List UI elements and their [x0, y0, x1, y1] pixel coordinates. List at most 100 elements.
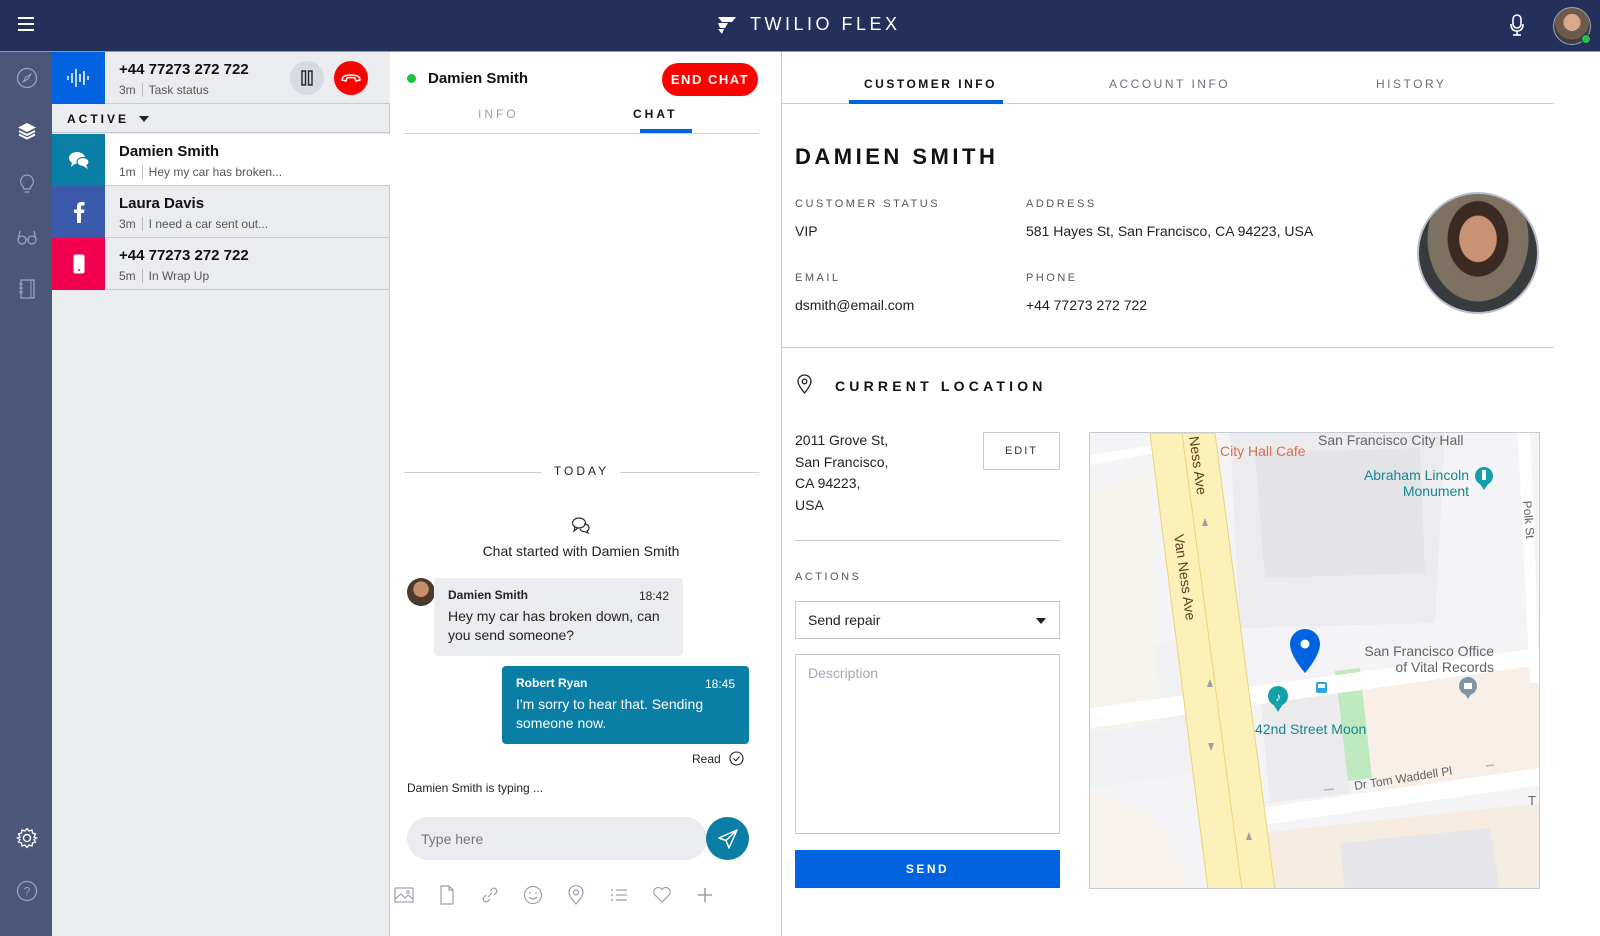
task-preview: In Wrap Up [148, 269, 210, 283]
chat-bubbles-icon [68, 152, 90, 169]
map-label-edge: T [1528, 793, 1536, 808]
hamburger-icon[interactable] [18, 17, 34, 33]
map-label-city-hall: San Francisco City Hall [1318, 433, 1464, 448]
tab-history[interactable]: HISTORY [1376, 77, 1446, 91]
voice-waveform-icon [66, 69, 89, 87]
task-filter-dropdown[interactable]: ACTIVE [52, 105, 390, 133]
plus-icon[interactable] [695, 885, 715, 905]
message-inbound: Damien Smith 18:42 Hey my car has broken… [434, 578, 683, 656]
link-icon[interactable] [480, 885, 500, 905]
voice-channel-tile [52, 52, 105, 104]
chat-channel-tile [52, 134, 105, 186]
separator [141, 83, 143, 97]
chat-bubbles-icon [571, 517, 590, 534]
crm-panel: CUSTOMER INFO ACCOUNT INFO HISTORY DAMIE… [782, 52, 1600, 936]
location-pin-icon[interactable] [566, 885, 586, 905]
description-input[interactable] [795, 654, 1060, 834]
date-divider-label: TODAY [553, 464, 610, 478]
facebook-icon [73, 202, 84, 223]
emoji-icon[interactable] [523, 885, 543, 905]
address-line: San Francisco, [795, 453, 889, 470]
email-value: dsmith@email.com [795, 297, 915, 313]
help-icon[interactable]: ? [16, 880, 38, 902]
message-outbound: Robert Ryan 18:45 I'm sorry to hear that… [502, 666, 749, 744]
microphone-icon[interactable] [1510, 14, 1524, 36]
section-divider [795, 540, 1060, 541]
section-divider [782, 347, 1554, 348]
tab-info[interactable]: INFO [478, 107, 519, 121]
task-age: 5m [119, 269, 136, 283]
glasses-icon[interactable] [16, 226, 38, 248]
check-circle-icon [729, 751, 744, 766]
task-age: 3m [119, 217, 136, 231]
tab-chat[interactable]: CHAT [633, 107, 677, 121]
hangup-button[interactable] [334, 61, 368, 95]
active-tab-indicator [849, 100, 1003, 104]
task-item-sms[interactable]: +44 77273 272 722 5m In Wrap Up [52, 238, 390, 290]
task-list-panel: +44 77273 272 722 3m Task status ACTIVE … [52, 52, 390, 936]
paper-plane-icon [717, 828, 738, 849]
address-line: USA [795, 496, 824, 513]
customer-name: DAMIEN SMITH [795, 144, 999, 169]
action-selected-value: Send repair [808, 612, 881, 628]
message-time: 18:42 [638, 589, 669, 603]
active-call-task[interactable]: +44 77273 272 722 3m Task status [52, 52, 390, 104]
image-icon[interactable] [394, 885, 414, 905]
send-action-button[interactable]: SEND [795, 850, 1060, 888]
compass-icon[interactable] [16, 67, 38, 89]
location-address: 2011 Grove St, San Francisco, CA 94223, … [795, 430, 888, 516]
message-time: 18:45 [704, 677, 735, 691]
actions-label: ACTIONS [795, 571, 862, 583]
tab-account-info[interactable]: ACCOUNT INFO [1109, 77, 1230, 91]
side-nav: ? [0, 52, 52, 936]
hold-button[interactable] [290, 61, 324, 95]
message-text: I'm sorry to hear that. Sending someone … [516, 696, 704, 731]
bus-stop-icon[interactable] [1316, 682, 1327, 693]
filter-label: ACTIVE [67, 111, 130, 126]
message-input[interactable] [407, 817, 707, 860]
task-preview: Hey my car has broken... [148, 165, 283, 179]
edit-location-button[interactable]: EDIT [983, 432, 1060, 470]
task-item-damien[interactable]: Damien Smith 1m Hey my car has broken... [52, 134, 390, 186]
date-divider: TODAY [404, 464, 759, 480]
typing-indicator: Damien Smith is typing ... [407, 781, 544, 795]
gear-icon[interactable] [16, 827, 38, 849]
list-icon[interactable] [609, 885, 629, 905]
presence-dot [407, 74, 416, 83]
chat-panel: Damien Smith END CHAT INFO CHAT TODAY Ch… [390, 52, 782, 936]
notebook-icon[interactable] [16, 278, 38, 300]
svg-text:♪: ♪ [1275, 690, 1281, 704]
status-label: CUSTOMER STATUS [795, 198, 941, 210]
message-toolbar [394, 885, 734, 907]
location-map[interactable]: San Francisco City Hall City Hall Cafe A… [1089, 432, 1540, 889]
message-text: Hey my car has broken down, can you send… [448, 608, 660, 643]
mobile-phone-icon [73, 254, 84, 274]
task-name: Damien Smith [119, 143, 220, 160]
map-block [1090, 473, 1160, 733]
heart-icon[interactable] [652, 885, 672, 905]
task-preview: I need a car sent out... [148, 217, 269, 231]
customer-avatar [407, 578, 435, 606]
online-status-indicator [1581, 34, 1591, 44]
message-author: Robert Ryan [516, 676, 588, 690]
task-item-laura[interactable]: Laura Davis 3m I need a car sent out... [52, 186, 390, 238]
lightbulb-icon[interactable] [16, 173, 38, 195]
end-chat-button[interactable]: END CHAT [662, 63, 758, 96]
send-message-button[interactable] [706, 817, 749, 860]
twilio-flex-logo-icon [718, 16, 736, 34]
separator [141, 217, 143, 231]
map-label-vital-records-1: San Francisco Office [1364, 643, 1494, 659]
separator [141, 165, 143, 179]
hangup-phone-icon [341, 74, 361, 82]
layers-icon[interactable] [16, 120, 38, 142]
chat-started-text: Chat started with Damien Smith [482, 543, 680, 559]
chevron-down-icon [1036, 618, 1046, 624]
chevron-down-icon [139, 115, 150, 122]
task-name: Laura Davis [119, 195, 205, 212]
facebook-channel-tile [52, 186, 105, 238]
action-select[interactable]: Send repair [795, 601, 1060, 639]
active-call-age: 3m [119, 83, 136, 97]
customer-photo [1417, 192, 1539, 314]
file-icon[interactable] [437, 885, 457, 905]
tab-customer-info[interactable]: CUSTOMER INFO [864, 77, 997, 91]
